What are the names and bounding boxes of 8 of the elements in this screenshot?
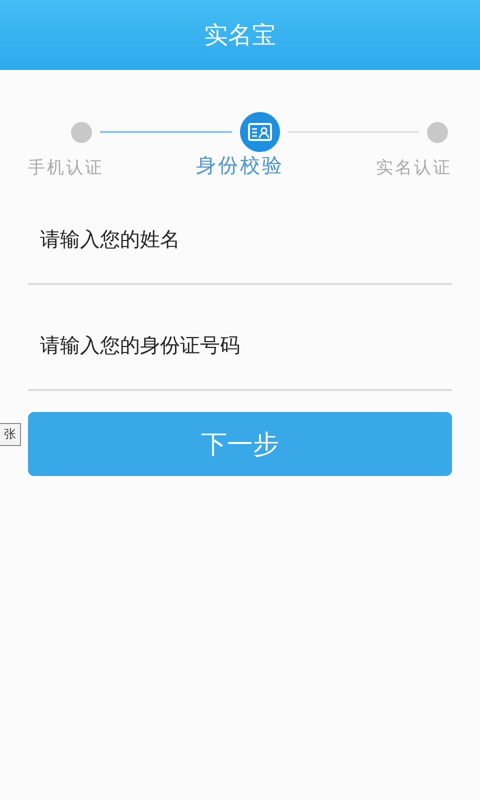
input-field[interactable]: 请输入您的姓名	[28, 197, 452, 285]
step-label: 身份校验	[196, 152, 284, 179]
tooltip: 张	[0, 423, 21, 446]
step-label: 实名认证	[376, 157, 452, 179]
step-label: 手机认证	[28, 157, 104, 179]
input-field[interactable]: 请输入您的身份证号码	[28, 303, 452, 391]
app-title: 实名宝	[204, 20, 276, 51]
next-button[interactable]: 下一步	[28, 412, 452, 476]
